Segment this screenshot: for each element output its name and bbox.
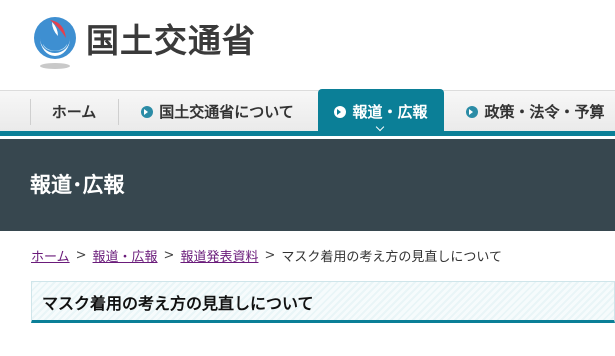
breadcrumb-current: マスク着用の考え方の見直しについて	[281, 250, 502, 265]
nav-underline	[0, 131, 615, 136]
nav-item-policy[interactable]: 政策・法令・予算	[456, 91, 615, 132]
section-title: 報道･広報	[30, 173, 125, 197]
mlit-logo-icon	[34, 17, 76, 69]
site-logo[interactable]: 国土交通省	[30, 14, 270, 72]
nav-item-home[interactable]: ホーム	[30, 91, 118, 132]
breadcrumb-link-press[interactable]: 報道・広報	[93, 246, 158, 265]
breadcrumb-separator: >	[264, 248, 276, 263]
section-banner: 報道･広報	[0, 139, 615, 231]
breadcrumb-link-home[interactable]: ホーム	[31, 246, 70, 265]
breadcrumb-separator: >	[75, 248, 87, 263]
page-title-box: マスク着用の考え方の見直しについて	[31, 281, 615, 323]
nav-item-label: 政策・法令・予算	[484, 103, 605, 121]
arrow-circle-icon	[334, 105, 347, 118]
nav-item-label: 報道・広報	[352, 103, 428, 121]
page-title: マスク着用の考え方の見直しについて	[42, 294, 314, 313]
breadcrumb-link-releases[interactable]: 報道発表資料	[180, 246, 258, 265]
nav-item-label: ホーム	[51, 103, 97, 121]
arrow-circle-icon	[141, 105, 154, 118]
arrow-circle-icon	[466, 105, 479, 118]
nav-item-about[interactable]: 国土交通省について	[119, 91, 316, 132]
nav-item-label: 国土交通省について	[159, 103, 294, 121]
logo-text: 国土交通省	[86, 21, 256, 60]
nav-divider	[30, 99, 31, 125]
breadcrumb: ホーム > 報道・広報 > 報道発表資料 > マスク着用の考え方の見直しについて	[31, 246, 502, 265]
breadcrumb-separator: >	[163, 248, 175, 263]
global-nav: ホーム 国土交通省について 報道・広報 政策・法令・予算	[0, 89, 615, 135]
